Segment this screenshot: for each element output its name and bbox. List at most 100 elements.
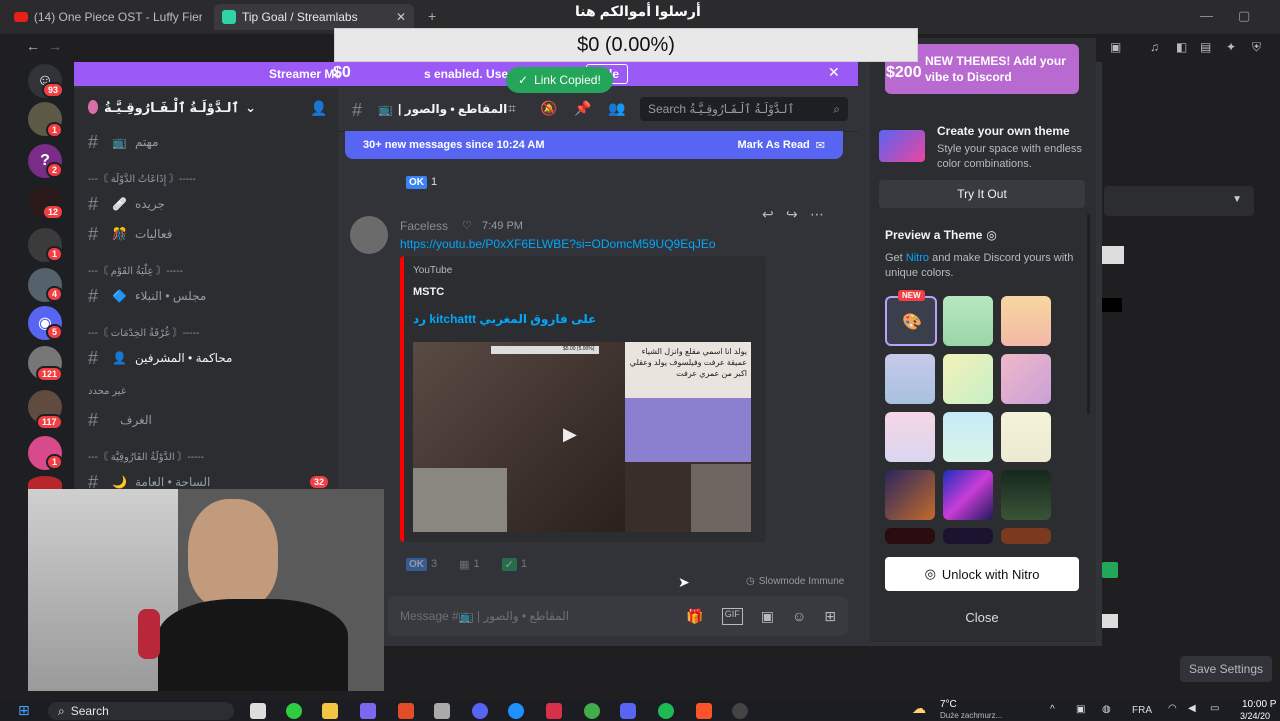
try-it-out-button[interactable]: Try It Out	[879, 180, 1085, 208]
discord-taskbar-icon[interactable]	[620, 703, 636, 719]
tab-youtube[interactable]: (14) One Piece OST - Luffy Fierce Att...	[6, 4, 210, 30]
select-field[interactable]: ▼	[1104, 186, 1254, 216]
theme-swatch[interactable]	[1001, 470, 1051, 520]
reaction[interactable]: ✓ 1	[496, 554, 533, 574]
app-icon[interactable]	[732, 703, 748, 719]
embed-author[interactable]: MSTC	[413, 286, 444, 298]
gift-icon[interactable]: 🎁	[686, 608, 703, 625]
message-author[interactable]: Faceless	[400, 219, 448, 233]
close-button[interactable]: Close	[885, 602, 1079, 632]
theme-swatch[interactable]	[1001, 412, 1051, 462]
minimize-icon[interactable]: —	[1200, 8, 1213, 23]
wifi-icon[interactable]: ◠	[1168, 703, 1177, 714]
add-member-icon[interactable]: 👤	[310, 100, 327, 117]
music-icon[interactable]: ♫	[1150, 40, 1159, 54]
embed-title[interactable]: رد kitchattt على فاروق المغربي	[413, 312, 596, 326]
task-view-icon[interactable]	[250, 703, 266, 719]
theme-swatch[interactable]	[885, 528, 935, 544]
video-thumbnail[interactable]: $5.00 (5.00%) يولد انا اسمي مقلع وانزل ا…	[413, 342, 751, 532]
brave-icon[interactable]	[696, 703, 712, 719]
nitro-link[interactable]: Nitro	[906, 252, 929, 264]
file-explorer-icon[interactable]	[322, 703, 338, 719]
server-name-header[interactable]: ٱلـدَّوْلَـةُ ٱلْـفَـارُوقِـيَّـةُ ⌄	[104, 100, 256, 116]
reaction[interactable]: OK 1	[400, 172, 443, 192]
app-icon[interactable]	[398, 703, 414, 719]
weather-icon[interactable]: ☁	[912, 700, 926, 717]
channel-category[interactable]: ---〘 إِذَاعَاتُ الدَّوْلَة 〙-----	[88, 170, 196, 185]
emoji-icon[interactable]: ☺	[792, 608, 806, 625]
maximize-icon[interactable]: ▢	[1238, 8, 1250, 24]
battery-icon[interactable]: ▭	[1210, 703, 1219, 714]
theme-swatch[interactable]	[1001, 354, 1051, 404]
shield-icon[interactable]: ⛨	[1252, 40, 1261, 55]
white-swatch[interactable]	[1102, 614, 1118, 628]
sparkle-icon[interactable]: ✦	[1226, 40, 1236, 54]
wallet-icon[interactable]: ▤	[1200, 40, 1211, 54]
new-tab-button[interactable]: +	[428, 8, 436, 24]
color-swatch[interactable]	[1102, 298, 1122, 312]
new-messages-bar[interactable]: 30+ new messages since 10:24 AM Mark As …	[345, 131, 843, 159]
forward-icon[interactable]: ↪	[786, 206, 798, 223]
avatar[interactable]	[350, 216, 388, 254]
language-indicator[interactable]: FRA	[1132, 705, 1152, 716]
channel-category[interactable]: غير محدد	[88, 386, 126, 397]
back-icon[interactable]: ←	[26, 38, 40, 54]
play-icon[interactable]: ▶	[563, 424, 577, 445]
tray-icon[interactable]: ◍	[1102, 704, 1111, 715]
theme-swatch[interactable]	[1001, 296, 1051, 346]
channel-item[interactable]: # 👤 محاكمة • المشرفين	[88, 346, 328, 370]
theme-swatch[interactable]	[885, 354, 935, 404]
taskbar-search[interactable]: ⌕ Search	[48, 702, 234, 720]
theme-swatch[interactable]	[943, 470, 993, 520]
message-link[interactable]: https://youtu.be/P0xXF6ELWBE?si=ODomcM59…	[400, 237, 716, 251]
tray-icon[interactable]: ▣	[1076, 704, 1085, 715]
channel-category[interactable]: ---〘 غُرْفَةُ الخِدْمَات 〙-----	[88, 324, 199, 339]
theme-swatch[interactable]	[943, 354, 993, 404]
threads-icon[interactable]: ⌗	[508, 100, 516, 117]
tab-streamlabs[interactable]: Tip Goal / Streamlabs ✕	[214, 4, 414, 30]
sidebar-icon[interactable]: ◧	[1176, 40, 1187, 54]
app-icon[interactable]	[286, 703, 302, 719]
calculator-icon[interactable]	[434, 703, 450, 719]
mute-icon[interactable]: 🔕	[540, 100, 557, 117]
scrollbar[interactable]	[1087, 214, 1090, 414]
app-icon[interactable]	[546, 703, 562, 719]
clock-time[interactable]: 10:00 P	[1242, 699, 1276, 710]
reaction[interactable]: ▦ 1	[453, 554, 486, 574]
extension-icon[interactable]: ▣	[1110, 40, 1121, 54]
apps-icon[interactable]: ⊞	[824, 608, 836, 625]
reaction[interactable]: OK 3	[400, 554, 443, 574]
chevron-up-icon[interactable]: ^	[1050, 704, 1055, 715]
channel-item[interactable]: # 🩹 جريده	[88, 192, 328, 216]
theme-swatch-custom[interactable]: 🎨	[885, 296, 937, 346]
channel-category[interactable]: ---〘 الدَّوْلَةُ الفَارُوقِيَّة 〙-----	[88, 448, 204, 463]
close-icon[interactable]: ✕	[828, 64, 840, 81]
green-swatch[interactable]	[1102, 562, 1118, 578]
windows-start-icon[interactable]: ⊞	[18, 702, 30, 719]
reply-icon[interactable]: ↩	[762, 206, 774, 223]
toggle[interactable]	[1102, 246, 1124, 264]
theme-swatch[interactable]	[885, 412, 935, 462]
channel-item[interactable]: # الغرف	[88, 408, 328, 432]
more-icon[interactable]: ⋯	[810, 206, 824, 223]
spotify-icon[interactable]	[658, 703, 674, 719]
search-input[interactable]: Search ٱلـدَّوْلَـةُ ٱلْـفَـارُوقِـيَّـة…	[640, 97, 848, 121]
app-icon[interactable]	[472, 703, 488, 719]
edge-icon[interactable]	[508, 703, 524, 719]
theme-swatch[interactable]	[943, 412, 993, 462]
message-composer[interactable]: Message #📺 | المقاطع • والصور 🎁 GIF ▣ ☺ …	[388, 596, 848, 636]
close-tab-icon[interactable]: ✕	[396, 10, 406, 24]
theme-swatch[interactable]	[943, 528, 993, 544]
channel-item[interactable]: # 🎊 فعاليات	[88, 222, 328, 246]
unlock-nitro-button[interactable]: ◎ Unlock with Nitro	[885, 557, 1079, 591]
channel-item[interactable]: # 🔷 مجلس • النبلاء	[88, 284, 328, 308]
theme-swatch[interactable]	[1001, 528, 1051, 544]
theme-swatch[interactable]	[943, 296, 993, 346]
volume-icon[interactable]: ◀	[1188, 703, 1196, 714]
app-icon[interactable]	[584, 703, 600, 719]
app-icon[interactable]	[360, 703, 376, 719]
save-settings-button[interactable]: Save Settings	[1180, 656, 1272, 682]
members-icon[interactable]: 👥	[608, 100, 625, 117]
theme-swatch[interactable]	[885, 470, 935, 520]
gif-icon[interactable]: GIF	[721, 607, 743, 625]
